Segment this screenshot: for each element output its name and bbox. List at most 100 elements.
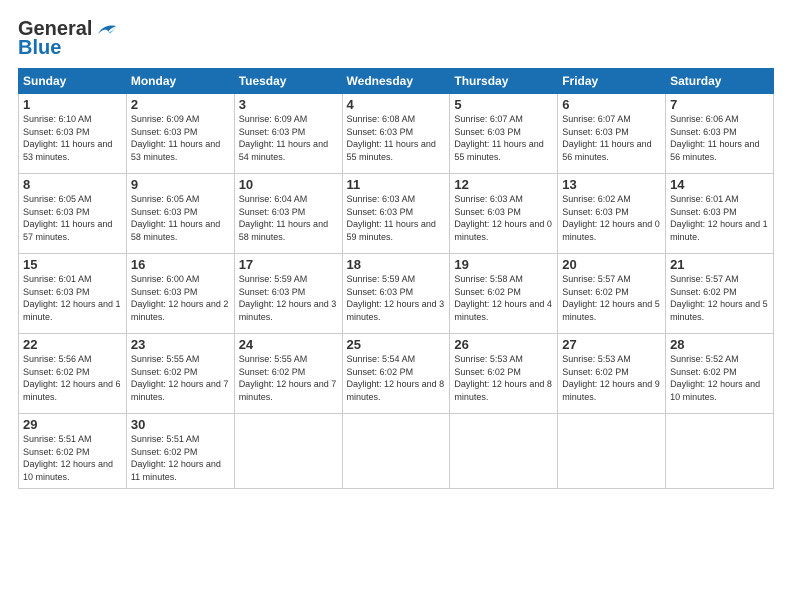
logo: General Blue — [18, 18, 118, 60]
calendar-day: 4 Sunrise: 6:08 AM Sunset: 6:03 PM Dayli… — [342, 94, 450, 174]
logo-bird-icon — [94, 21, 118, 39]
day-number: 8 — [23, 177, 122, 192]
day-number: 27 — [562, 337, 661, 352]
calendar-day: 3 Sunrise: 6:09 AM Sunset: 6:03 PM Dayli… — [234, 94, 342, 174]
day-number: 24 — [239, 337, 338, 352]
day-number: 20 — [562, 257, 661, 272]
day-number: 4 — [347, 97, 446, 112]
day-info: Sunrise: 6:03 AM Sunset: 6:03 PM Dayligh… — [454, 193, 553, 243]
calendar-day — [558, 414, 666, 489]
day-info: Sunrise: 5:53 AM Sunset: 6:02 PM Dayligh… — [454, 353, 553, 403]
calendar-day: 15 Sunrise: 6:01 AM Sunset: 6:03 PM Dayl… — [19, 254, 127, 334]
calendar-day: 16 Sunrise: 6:00 AM Sunset: 6:03 PM Dayl… — [126, 254, 234, 334]
calendar-day — [342, 414, 450, 489]
day-number: 29 — [23, 417, 122, 432]
day-info: Sunrise: 5:51 AM Sunset: 6:02 PM Dayligh… — [131, 433, 230, 483]
day-info: Sunrise: 6:07 AM Sunset: 6:03 PM Dayligh… — [454, 113, 553, 163]
calendar-day: 19 Sunrise: 5:58 AM Sunset: 6:02 PM Dayl… — [450, 254, 558, 334]
day-number: 15 — [23, 257, 122, 272]
calendar-day: 28 Sunrise: 5:52 AM Sunset: 6:02 PM Dayl… — [666, 334, 774, 414]
calendar-day: 18 Sunrise: 5:59 AM Sunset: 6:03 PM Dayl… — [342, 254, 450, 334]
calendar-day: 1 Sunrise: 6:10 AM Sunset: 6:03 PM Dayli… — [19, 94, 127, 174]
day-info: Sunrise: 5:59 AM Sunset: 6:03 PM Dayligh… — [347, 273, 446, 323]
day-info: Sunrise: 6:05 AM Sunset: 6:03 PM Dayligh… — [131, 193, 230, 243]
day-info: Sunrise: 6:09 AM Sunset: 6:03 PM Dayligh… — [131, 113, 230, 163]
day-info: Sunrise: 5:56 AM Sunset: 6:02 PM Dayligh… — [23, 353, 122, 403]
calendar-day: 23 Sunrise: 5:55 AM Sunset: 6:02 PM Dayl… — [126, 334, 234, 414]
calendar-day: 17 Sunrise: 5:59 AM Sunset: 6:03 PM Dayl… — [234, 254, 342, 334]
day-of-week-header: Sunday — [19, 69, 127, 94]
calendar-day: 2 Sunrise: 6:09 AM Sunset: 6:03 PM Dayli… — [126, 94, 234, 174]
day-info: Sunrise: 5:57 AM Sunset: 6:02 PM Dayligh… — [670, 273, 769, 323]
calendar-day: 14 Sunrise: 6:01 AM Sunset: 6:03 PM Dayl… — [666, 174, 774, 254]
day-number: 6 — [562, 97, 661, 112]
day-info: Sunrise: 5:55 AM Sunset: 6:02 PM Dayligh… — [131, 353, 230, 403]
calendar-day: 11 Sunrise: 6:03 AM Sunset: 6:03 PM Dayl… — [342, 174, 450, 254]
day-number: 14 — [670, 177, 769, 192]
day-info: Sunrise: 5:52 AM Sunset: 6:02 PM Dayligh… — [670, 353, 769, 403]
day-number: 12 — [454, 177, 553, 192]
day-number: 1 — [23, 97, 122, 112]
day-info: Sunrise: 6:02 AM Sunset: 6:03 PM Dayligh… — [562, 193, 661, 243]
calendar-day: 21 Sunrise: 5:57 AM Sunset: 6:02 PM Dayl… — [666, 254, 774, 334]
day-number: 16 — [131, 257, 230, 272]
day-of-week-header: Tuesday — [234, 69, 342, 94]
day-of-week-header: Thursday — [450, 69, 558, 94]
day-info: Sunrise: 5:59 AM Sunset: 6:03 PM Dayligh… — [239, 273, 338, 323]
day-info: Sunrise: 6:06 AM Sunset: 6:03 PM Dayligh… — [670, 113, 769, 163]
day-info: Sunrise: 5:51 AM Sunset: 6:02 PM Dayligh… — [23, 433, 122, 483]
day-number: 13 — [562, 177, 661, 192]
day-info: Sunrise: 6:08 AM Sunset: 6:03 PM Dayligh… — [347, 113, 446, 163]
day-number: 28 — [670, 337, 769, 352]
calendar-day: 24 Sunrise: 5:55 AM Sunset: 6:02 PM Dayl… — [234, 334, 342, 414]
calendar-day: 6 Sunrise: 6:07 AM Sunset: 6:03 PM Dayli… — [558, 94, 666, 174]
day-number: 17 — [239, 257, 338, 272]
day-number: 25 — [347, 337, 446, 352]
day-info: Sunrise: 6:01 AM Sunset: 6:03 PM Dayligh… — [23, 273, 122, 323]
day-number: 18 — [347, 257, 446, 272]
day-info: Sunrise: 6:04 AM Sunset: 6:03 PM Dayligh… — [239, 193, 338, 243]
day-number: 19 — [454, 257, 553, 272]
calendar-day: 8 Sunrise: 6:05 AM Sunset: 6:03 PM Dayli… — [19, 174, 127, 254]
day-number: 5 — [454, 97, 553, 112]
day-number: 23 — [131, 337, 230, 352]
calendar-day: 5 Sunrise: 6:07 AM Sunset: 6:03 PM Dayli… — [450, 94, 558, 174]
calendar-day: 9 Sunrise: 6:05 AM Sunset: 6:03 PM Dayli… — [126, 174, 234, 254]
day-of-week-header: Wednesday — [342, 69, 450, 94]
calendar-day: 27 Sunrise: 5:53 AM Sunset: 6:02 PM Dayl… — [558, 334, 666, 414]
day-of-week-header: Friday — [558, 69, 666, 94]
day-number: 2 — [131, 97, 230, 112]
day-info: Sunrise: 5:55 AM Sunset: 6:02 PM Dayligh… — [239, 353, 338, 403]
day-info: Sunrise: 5:57 AM Sunset: 6:02 PM Dayligh… — [562, 273, 661, 323]
day-number: 10 — [239, 177, 338, 192]
day-number: 7 — [670, 97, 769, 112]
day-info: Sunrise: 6:05 AM Sunset: 6:03 PM Dayligh… — [23, 193, 122, 243]
calendar-day — [234, 414, 342, 489]
day-info: Sunrise: 6:10 AM Sunset: 6:03 PM Dayligh… — [23, 113, 122, 163]
calendar-day — [450, 414, 558, 489]
day-info: Sunrise: 6:00 AM Sunset: 6:03 PM Dayligh… — [131, 273, 230, 323]
calendar-day: 22 Sunrise: 5:56 AM Sunset: 6:02 PM Dayl… — [19, 334, 127, 414]
calendar-day: 12 Sunrise: 6:03 AM Sunset: 6:03 PM Dayl… — [450, 174, 558, 254]
logo-blue-text: Blue — [18, 37, 61, 60]
calendar-day: 10 Sunrise: 6:04 AM Sunset: 6:03 PM Dayl… — [234, 174, 342, 254]
day-number: 26 — [454, 337, 553, 352]
day-info: Sunrise: 5:58 AM Sunset: 6:02 PM Dayligh… — [454, 273, 553, 323]
day-info: Sunrise: 5:53 AM Sunset: 6:02 PM Dayligh… — [562, 353, 661, 403]
day-of-week-header: Monday — [126, 69, 234, 94]
day-number: 9 — [131, 177, 230, 192]
day-info: Sunrise: 6:09 AM Sunset: 6:03 PM Dayligh… — [239, 113, 338, 163]
calendar-day: 20 Sunrise: 5:57 AM Sunset: 6:02 PM Dayl… — [558, 254, 666, 334]
day-number: 30 — [131, 417, 230, 432]
day-number: 22 — [23, 337, 122, 352]
calendar-day — [666, 414, 774, 489]
day-number: 3 — [239, 97, 338, 112]
day-info: Sunrise: 6:03 AM Sunset: 6:03 PM Dayligh… — [347, 193, 446, 243]
day-of-week-header: Saturday — [666, 69, 774, 94]
day-info: Sunrise: 6:01 AM Sunset: 6:03 PM Dayligh… — [670, 193, 769, 243]
calendar-day: 30 Sunrise: 5:51 AM Sunset: 6:02 PM Dayl… — [126, 414, 234, 489]
calendar-day: 13 Sunrise: 6:02 AM Sunset: 6:03 PM Dayl… — [558, 174, 666, 254]
day-number: 21 — [670, 257, 769, 272]
day-info: Sunrise: 6:07 AM Sunset: 6:03 PM Dayligh… — [562, 113, 661, 163]
calendar-day: 7 Sunrise: 6:06 AM Sunset: 6:03 PM Dayli… — [666, 94, 774, 174]
